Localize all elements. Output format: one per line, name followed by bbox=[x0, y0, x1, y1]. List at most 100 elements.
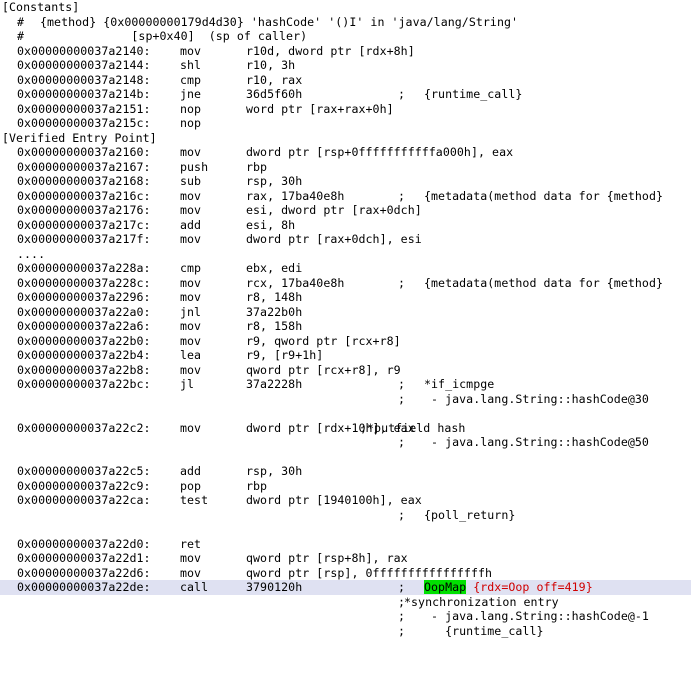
instruction-mnemonic: jl bbox=[180, 377, 195, 391]
comment-semicolon: ; bbox=[398, 391, 406, 406]
instruction-address: 0x00000000037a22bc: bbox=[17, 377, 151, 391]
comment-semicolon: ; bbox=[398, 609, 406, 623]
ellipsis-row[interactable]: .... bbox=[0, 247, 691, 262]
instruction-operands: r9, [r9+1h] bbox=[246, 348, 324, 362]
instruction-address: 0x00000000037a2151: bbox=[17, 101, 151, 116]
instruction-address: 0x00000000037a217f: bbox=[17, 232, 151, 246]
instruction-operands: dword ptr [rax+0dch], esi bbox=[246, 232, 422, 246]
instruction-row[interactable]: 0x00000000037a2296: mov r8, 148h bbox=[0, 290, 691, 305]
instruction-mnemonic: mov bbox=[180, 275, 202, 290]
instruction-row[interactable]: 0x00000000037a215c: nop bbox=[0, 116, 691, 131]
instruction-mnemonic: mov bbox=[180, 362, 202, 377]
instruction-address: 0x00000000037a22d0: bbox=[17, 536, 151, 551]
instruction-comment: ;*putfield hash bbox=[360, 420, 466, 435]
comment-text: {runtime_call} bbox=[424, 623, 544, 638]
instruction-operands: r10d, dword ptr [rdx+8h] bbox=[246, 43, 415, 58]
instruction-row[interactable]: 0x00000000037a2140: mov r10d, dword ptr [r… bbox=[0, 44, 691, 59]
instruction-operands: word ptr [rax+rax+0h] bbox=[246, 101, 394, 116]
comment-continuation-row[interactable]: ; {runtime_call} bbox=[0, 624, 691, 639]
instruction-row[interactable]: 0x00000000037a22ca: test dword ptr [194010… bbox=[0, 493, 691, 508]
comment-continuation-row[interactable]: ; {poll_return} bbox=[0, 508, 691, 523]
instruction-row[interactable]: 0x00000000037a22b4: lea r9, [r9+1h] bbox=[0, 348, 691, 363]
instruction-mnemonic: mov bbox=[180, 43, 202, 58]
instruction-row[interactable]: 0x00000000037a22c2: mov dword ptr [rdx+10h… bbox=[0, 421, 691, 436]
comment-semicolon: ; bbox=[398, 623, 406, 638]
instruction-address: 0x00000000037a22b0: bbox=[17, 333, 151, 348]
instruction-row[interactable]: 0x00000000037a22c9: pop rbp bbox=[0, 479, 691, 494]
instruction-mnemonic: mov bbox=[180, 232, 202, 246]
instruction-mnemonic: nop bbox=[180, 116, 202, 130]
instruction-row[interactable]: 0x00000000037a22b8: mov qword ptr [rcx+r8]… bbox=[0, 363, 691, 378]
instruction-mnemonic: mov bbox=[180, 188, 202, 203]
comment-continuation-row[interactable]: ; - java.lang.String::hashCode@50 bbox=[0, 435, 691, 450]
comment-semicolon: ; bbox=[398, 87, 406, 101]
section-header[interactable]: [Constants] bbox=[0, 0, 691, 15]
instruction-operands: 3790120h bbox=[246, 580, 303, 594]
instruction-row[interactable]: 0x00000000037a22d6: mov qword ptr [rsp], 0… bbox=[0, 566, 691, 581]
blank-row bbox=[0, 450, 691, 465]
instruction-row[interactable]: 0x00000000037a22d1: mov qword ptr [rsp+8h]… bbox=[0, 551, 691, 566]
instruction-row[interactable]: 0x00000000037a217f: mov dword ptr [rax+0dc… bbox=[0, 232, 691, 247]
instruction-address: 0x00000000037a228a: bbox=[17, 261, 151, 275]
method-comment-row[interactable]: # [sp+0x40] (sp of caller) bbox=[0, 29, 691, 44]
instruction-address: 0x00000000037a22ca: bbox=[17, 493, 151, 507]
instruction-row-oopmap[interactable]: 0x00000000037a22de: call 3790120h; OopMap {… bbox=[0, 580, 691, 595]
instruction-mnemonic: sub bbox=[180, 174, 202, 188]
instruction-address: 0x00000000037a22a6: bbox=[17, 319, 151, 333]
method-comment-row[interactable]: # {method} {0x00000000179d4d30} 'hashCode… bbox=[0, 15, 691, 30]
instruction-row[interactable]: 0x00000000037a22c5: add rsp, 30h bbox=[0, 464, 691, 479]
instruction-address: 0x00000000037a2160: bbox=[17, 145, 151, 159]
instruction-row[interactable]: 0x00000000037a22d0: ret bbox=[0, 537, 691, 552]
instruction-row[interactable]: 0x00000000037a22bc: jl 37a2228h; *if_icmpge bbox=[0, 377, 691, 392]
instruction-address: 0x00000000037a217c: bbox=[17, 217, 151, 232]
instruction-row[interactable]: 0x00000000037a214b: jne 36d5f60h; {runtime_… bbox=[0, 87, 691, 102]
instruction-row[interactable]: 0x00000000037a2168: sub rsp, 30h bbox=[0, 174, 691, 189]
instruction-row[interactable]: 0x00000000037a216c: mov rax, 17ba40e8h; {me… bbox=[0, 189, 691, 204]
instruction-mnemonic: mov bbox=[180, 551, 202, 565]
instruction-address: 0x00000000037a22b4: bbox=[17, 348, 151, 362]
instruction-mnemonic: ret bbox=[180, 536, 202, 551]
instruction-address: 0x00000000037a215c: bbox=[17, 116, 151, 130]
instruction-operands: qword ptr [rsp], 0ffffffffffffffffh bbox=[246, 565, 493, 580]
instruction-row[interactable]: 0x00000000037a217c: add esi, 8h bbox=[0, 218, 691, 233]
comment-continuation-row[interactable]: ; *synchronization entry bbox=[0, 595, 691, 610]
instruction-address: 0x00000000037a214b: bbox=[17, 87, 151, 101]
instruction-operands: esi, 8h bbox=[246, 217, 296, 232]
instruction-row[interactable]: 0x00000000037a228a: cmp ebx, edi bbox=[0, 261, 691, 276]
instruction-mnemonic: mov bbox=[180, 203, 202, 217]
comment-continuation-row[interactable]: ; - java.lang.String::hashCode@-1 bbox=[0, 609, 691, 624]
section-header[interactable]: [Verified Entry Point] bbox=[0, 131, 691, 146]
comment-hash: # bbox=[17, 14, 25, 29]
instruction-operands: rax, 17ba40e8h bbox=[246, 188, 345, 203]
instruction-address: 0x00000000037a22b8: bbox=[17, 362, 151, 377]
comment-text: - java.lang.String::hashCode@50 bbox=[424, 435, 649, 449]
instruction-mnemonic: mov bbox=[180, 420, 202, 435]
instruction-row[interactable]: 0x00000000037a22b0: mov r9, qword ptr [rcx… bbox=[0, 334, 691, 349]
instruction-row[interactable]: 0x00000000037a228c: mov rcx, 17ba40e8h; {me… bbox=[0, 276, 691, 291]
comment-continuation-row[interactable]: ; - java.lang.String::hashCode@30 bbox=[0, 392, 691, 407]
instruction-row[interactable]: 0x00000000037a2148: cmp r10, rax bbox=[0, 73, 691, 88]
instruction-address: 0x00000000037a2167: bbox=[17, 159, 151, 174]
disassembly-view[interactable]: [Constants] # {method} {0x00000000179d4d30… bbox=[0, 0, 691, 691]
instruction-row[interactable]: 0x00000000037a2176: mov esi, dword ptr [ra… bbox=[0, 203, 691, 218]
instruction-row[interactable]: 0x00000000037a2160: mov dword ptr [rsp+0ff… bbox=[0, 145, 691, 160]
instruction-address: 0x00000000037a22c9: bbox=[17, 478, 151, 493]
instruction-mnemonic: jnl bbox=[180, 304, 202, 319]
instruction-mnemonic: cmp bbox=[180, 72, 202, 87]
instruction-row[interactable]: 0x00000000037a22a0: jnl 37a22b0h bbox=[0, 305, 691, 320]
instruction-row[interactable]: 0x00000000037a2151: nop word ptr [rax+rax+… bbox=[0, 102, 691, 117]
instruction-row[interactable]: 0x00000000037a22a6: mov r8, 158h bbox=[0, 319, 691, 334]
instruction-mnemonic: lea bbox=[180, 348, 202, 362]
instruction-mnemonic: mov bbox=[180, 333, 202, 348]
comment-semicolon: ; bbox=[398, 377, 406, 391]
instruction-mnemonic: call bbox=[180, 580, 209, 594]
instruction-address: 0x00000000037a22d6: bbox=[17, 565, 151, 580]
instruction-address: 0x00000000037a22de: bbox=[17, 580, 151, 594]
instruction-mnemonic: push bbox=[180, 159, 209, 174]
instruction-address: 0x00000000037a22d1: bbox=[17, 551, 151, 565]
blank-row bbox=[0, 406, 691, 421]
instruction-row[interactable]: 0x00000000037a2144: shl r10, 3h bbox=[0, 58, 691, 73]
instruction-row[interactable]: 0x00000000037a2167: push rbp bbox=[0, 160, 691, 175]
instruction-operands: qword ptr [rcx+r8], r9 bbox=[246, 362, 401, 377]
instruction-address: 0x00000000037a2148: bbox=[17, 72, 151, 87]
